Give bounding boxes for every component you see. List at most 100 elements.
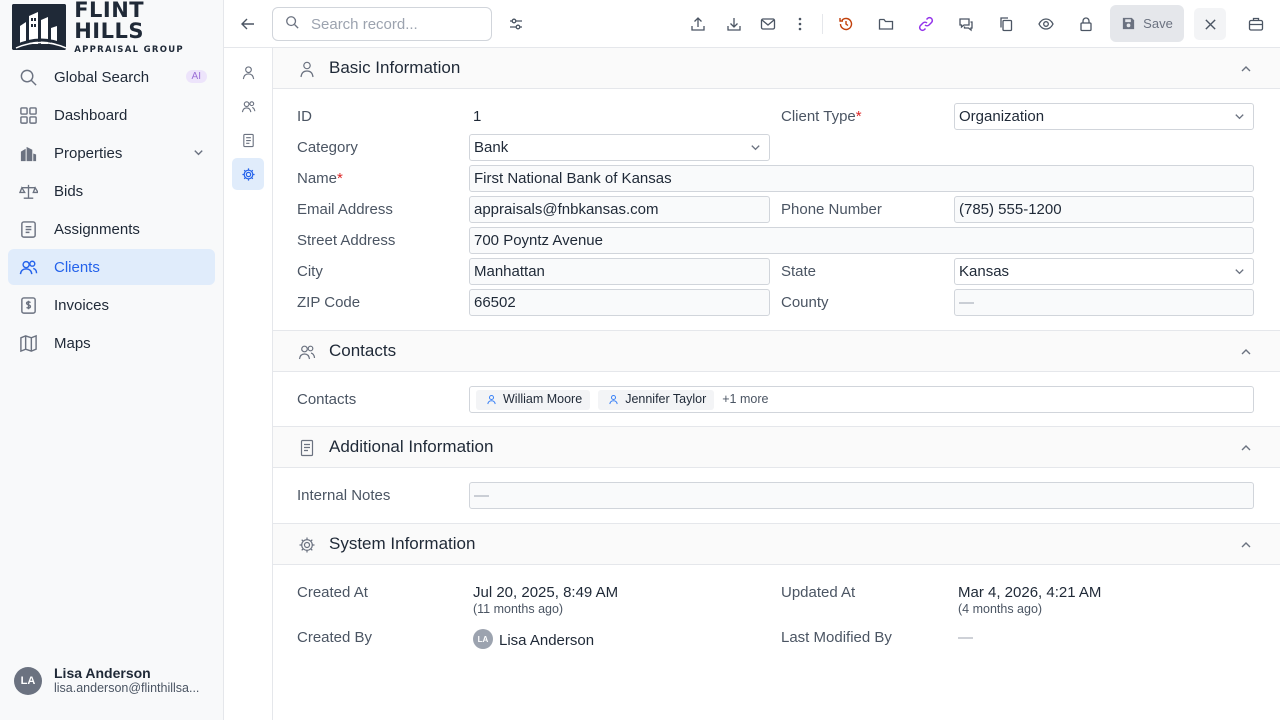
contact-chip[interactable]: William Moore — [476, 389, 591, 410]
link-icon[interactable] — [914, 12, 938, 36]
close-button[interactable] — [1194, 8, 1226, 40]
sidebar-item-properties[interactable]: Properties — [8, 135, 215, 171]
brand-title: FLINT HILLS — [74, 0, 145, 43]
email-field[interactable]: appraisals@fnbkansas.com — [469, 196, 770, 223]
eye-icon[interactable] — [1034, 12, 1058, 36]
save-icon — [1123, 17, 1135, 30]
chevron-up-icon[interactable] — [1238, 61, 1254, 77]
chevron-up-icon[interactable] — [1238, 344, 1254, 360]
user-icon — [242, 65, 254, 79]
sidebar-item-assignments[interactable]: Assignments — [8, 211, 215, 247]
back-arrow-icon[interactable] — [236, 12, 260, 36]
created-by-label: Created By — [297, 629, 373, 646]
close-icon — [1204, 18, 1216, 30]
brand-subtitle: APPRAISAL GROUP — [74, 44, 184, 55]
app-root: FLINT HILLS APPRAISAL GROUP Global Searc… — [0, 0, 1280, 720]
created-by-value[interactable]: Lisa Anderson — [499, 632, 594, 649]
copy-icon[interactable] — [994, 12, 1018, 36]
county-field[interactable]: — — [954, 289, 1254, 316]
contacts-field[interactable]: William Moore Jennifer Taylor +1 more — [469, 386, 1254, 413]
updated-at-relative: (4 months ago) — [958, 602, 1043, 616]
updated-at-label: Updated At — [781, 584, 856, 601]
sidebar-item-dashboard[interactable]: Dashboard — [8, 97, 215, 133]
section-header-additional-information[interactable]: Additional Information — [273, 426, 1280, 468]
sidebar-item-global-search[interactable]: Global Search AI — [8, 59, 215, 95]
last-modified-by-value: — — [958, 629, 973, 646]
street-field[interactable]: 700 Poyntz Avenue — [469, 227, 1254, 254]
user-icon — [487, 394, 496, 405]
section-header-contacts[interactable]: Contacts — [273, 330, 1280, 372]
name-label: Name* — [297, 170, 343, 187]
category-select[interactable]: Bank — [469, 134, 770, 161]
record-search[interactable] — [272, 7, 492, 41]
internal-notes-field[interactable]: — — [469, 482, 1254, 509]
sidebar-item-invoices[interactable]: Invoices — [8, 287, 215, 323]
client-type-select[interactable]: Organization — [954, 103, 1254, 130]
chevron-down-icon — [1235, 114, 1244, 120]
sidebar-item-clients[interactable]: Clients — [8, 249, 215, 285]
section-header-system-information[interactable]: System Information — [273, 523, 1280, 565]
gear-icon — [241, 167, 255, 181]
internal-notes-label: Internal Notes — [297, 487, 391, 504]
rail-system-information[interactable] — [232, 158, 264, 190]
chevron-down-icon — [751, 145, 760, 151]
history-icon[interactable] — [834, 12, 858, 36]
building-icon — [18, 143, 38, 163]
id-label: ID — [297, 108, 312, 125]
filter-sliders-icon[interactable] — [504, 12, 528, 36]
rail-basic-information[interactable] — [232, 56, 264, 88]
name-field[interactable]: First National Bank of Kansas — [469, 165, 1254, 192]
zip-field[interactable]: 66502 — [469, 289, 770, 316]
contact-chip[interactable]: Jennifer Taylor — [598, 389, 715, 410]
folder-icon[interactable] — [874, 12, 898, 36]
logo-mark-icon — [12, 4, 67, 50]
sidebar-item-label: Clients — [54, 258, 100, 276]
briefcase-icon[interactable] — [1244, 12, 1268, 36]
mail-icon[interactable] — [756, 12, 780, 36]
section-header-basic-information[interactable]: Basic Information — [273, 47, 1280, 89]
sidebar: FLINT HILLS APPRAISAL GROUP Global Searc… — [0, 0, 224, 720]
sidebar-item-label: Assignments — [54, 220, 140, 238]
state-label: State — [781, 263, 817, 280]
phone-field[interactable]: (785) 555-1200 — [954, 196, 1254, 223]
sidebar-item-bids[interactable]: Bids — [8, 173, 215, 209]
save-button[interactable]: Save — [1110, 5, 1184, 42]
rail-contacts[interactable] — [232, 90, 264, 122]
user-email: lisa.anderson@flinthillsa... — [54, 681, 200, 695]
download-icon[interactable] — [722, 12, 746, 36]
city-field[interactable]: Manhattan — [469, 258, 770, 285]
comments-icon[interactable] — [954, 12, 978, 36]
sidebar-item-maps[interactable]: Maps — [8, 325, 215, 361]
chevron-down-icon[interactable] — [192, 146, 205, 163]
sidebar-item-label: Properties — [54, 144, 123, 162]
invoice-icon — [18, 295, 38, 315]
search-input[interactable] — [311, 15, 471, 33]
category-value: Bank — [474, 139, 509, 156]
rail-additional-information[interactable] — [232, 124, 264, 156]
lock-icon[interactable] — [1074, 12, 1098, 36]
avatar: LA — [14, 667, 42, 695]
state-value: Kansas — [959, 263, 1010, 280]
brand-logo[interactable]: FLINT HILLS APPRAISAL GROUP — [12, 0, 212, 54]
more-vertical-icon[interactable] — [788, 12, 812, 36]
state-select[interactable]: Kansas — [954, 258, 1254, 285]
created-at-relative: (11 months ago) — [473, 602, 564, 616]
sidebar-item-label: Maps — [54, 334, 91, 352]
users-icon — [18, 257, 38, 277]
chevron-up-icon[interactable] — [1238, 537, 1254, 553]
upload-icon[interactable] — [686, 12, 710, 36]
sidebar-item-label: Invoices — [54, 296, 110, 314]
chevron-up-icon[interactable] — [1238, 440, 1254, 456]
section-title: Contacts — [329, 341, 397, 360]
client-type-label: Client Type* — [781, 108, 862, 125]
clipboard-icon — [18, 219, 38, 239]
section-title: System Information — [329, 534, 476, 553]
ai-badge: AI — [185, 70, 207, 83]
phone-label: Phone Number — [781, 201, 882, 218]
contact-chip-label: Jennifer Taylor — [625, 392, 707, 406]
user-icon — [609, 394, 618, 405]
user-profile[interactable]: LA Lisa Anderson lisa.anderson@flinthill… — [14, 666, 199, 696]
scale-icon — [18, 181, 38, 201]
more-contacts-link[interactable]: +1 more — [722, 387, 768, 412]
save-label: Save — [1143, 16, 1173, 31]
